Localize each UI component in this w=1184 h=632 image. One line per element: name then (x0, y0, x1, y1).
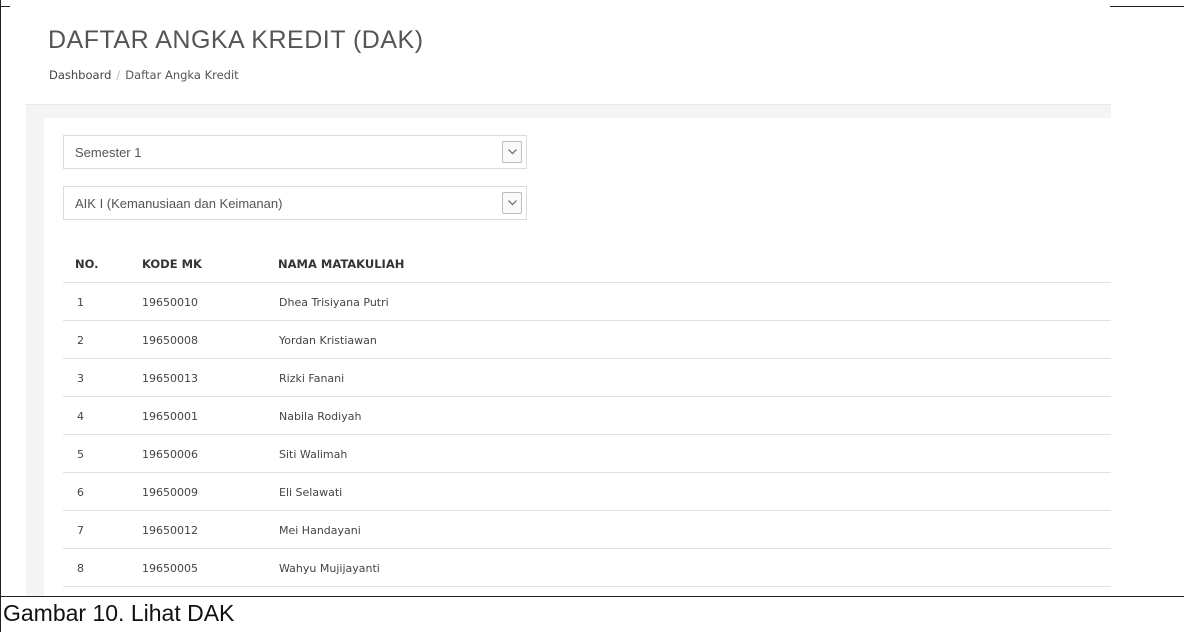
cell-no: 8 (77, 562, 84, 575)
cell-no: 2 (77, 334, 84, 347)
matakuliah-select-value: AIK I (Kemanusiaan dan Keimanan) (75, 196, 283, 211)
cell-nama: Dhea Trisiyana Putri (279, 296, 389, 309)
column-header-kode-mk: KODE MK (142, 257, 202, 271)
cell-no: 1 (77, 296, 84, 309)
row-divider (63, 548, 1111, 549)
row-divider (63, 586, 1111, 587)
cell-nama: Nabila Rodiyah (279, 410, 362, 423)
cell-kode: 19650008 (142, 334, 198, 347)
semester-select[interactable]: Semester 1 (63, 135, 527, 169)
row-divider (63, 358, 1111, 359)
cell-kode: 19650013 (142, 372, 198, 385)
cell-nama: Yordan Kristiawan (279, 334, 377, 347)
figure-frame-bottom (0, 596, 1184, 597)
figure-frame-top-right (1110, 6, 1184, 7)
cell-nama: Wahyu Mujijayanti (279, 562, 380, 575)
figure-frame-top (0, 6, 10, 7)
cell-nama: Siti Walimah (279, 448, 348, 461)
figure-caption: Gambar 10. Lihat DAK (3, 600, 235, 626)
semester-select-value: Semester 1 (75, 145, 142, 160)
cell-nama: Mei Handayani (279, 524, 361, 537)
cell-kode: 19650001 (142, 410, 198, 423)
cell-nama: Rizki Fanani (279, 372, 345, 385)
row-divider (63, 396, 1111, 397)
breadcrumb-separator: / (116, 68, 121, 82)
breadcrumb: Dashboard / Daftar Angka Kredit (49, 68, 239, 82)
cell-kode: 19650012 (142, 524, 198, 537)
cell-kode: 19650009 (142, 486, 198, 499)
cell-no: 5 (77, 448, 84, 461)
cell-kode: 19650010 (142, 296, 198, 309)
cell-kode: 19650006 (142, 448, 198, 461)
cell-no: 6 (77, 486, 84, 499)
page-title: DAFTAR ANGKA KREDIT (DAK) (48, 26, 424, 54)
row-divider (63, 434, 1111, 435)
breadcrumb-current: Daftar Angka Kredit (125, 68, 239, 82)
breadcrumb-home-link[interactable]: Dashboard (49, 68, 111, 82)
cell-no: 3 (77, 372, 84, 385)
cell-no: 7 (77, 524, 84, 537)
row-divider (63, 510, 1111, 511)
content-band-left (26, 120, 44, 596)
table-header-divider (63, 282, 1111, 283)
row-divider (63, 320, 1111, 321)
figure-frame-left (0, 0, 1, 632)
cell-nama: Eli Selawati (279, 486, 343, 499)
matakuliah-select[interactable]: AIK I (Kemanusiaan dan Keimanan) (63, 186, 527, 220)
column-header-nama-matakuliah: NAMA MATAKULIAH (278, 257, 405, 271)
cell-kode: 19650005 (142, 562, 198, 575)
row-divider (63, 472, 1111, 473)
cell-no: 4 (77, 410, 84, 423)
chevron-down-icon[interactable] (502, 192, 522, 214)
chevron-down-icon[interactable] (502, 141, 522, 163)
column-header-no: NO. (75, 257, 99, 271)
